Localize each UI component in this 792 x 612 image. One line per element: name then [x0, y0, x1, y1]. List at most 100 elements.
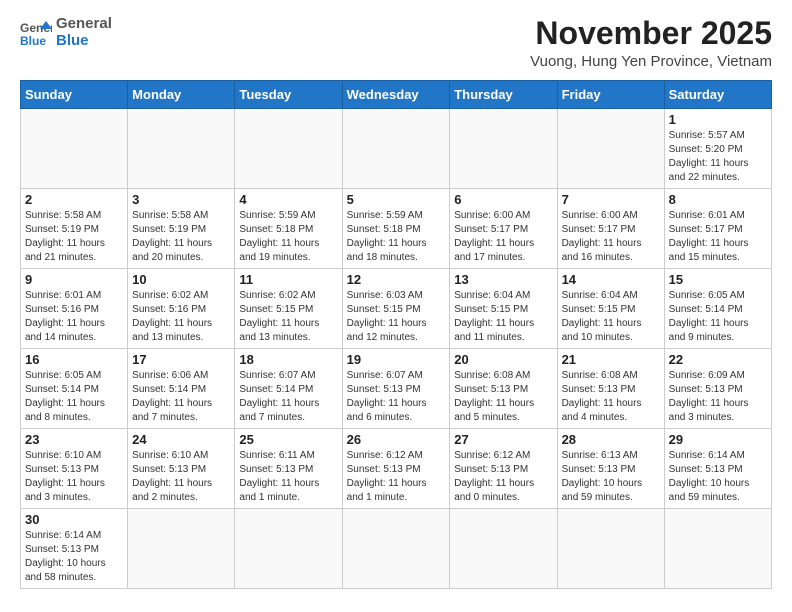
page-header: General Blue General Blue November 2025 …	[20, 16, 772, 70]
calendar-day-cell: 24 Sunrise: 6:10 AM Sunset: 5:13 PM Dayli…	[128, 429, 235, 509]
calendar-day-cell: 26 Sunrise: 6:12 AM Sunset: 5:13 PM Dayli…	[342, 429, 450, 509]
day-info: Sunrise: 5:57 AM Sunset: 5:20 PM Dayligh…	[669, 129, 767, 185]
day-number: 23	[25, 432, 123, 447]
day-info: Sunrise: 6:05 AM Sunset: 5:14 PM Dayligh…	[669, 289, 767, 345]
calendar-day-cell: 7 Sunrise: 6:00 AM Sunset: 5:17 PM Daylig…	[557, 189, 664, 269]
calendar-day-cell	[235, 109, 342, 189]
day-number: 15	[669, 272, 767, 287]
day-info: Sunrise: 6:08 AM Sunset: 5:13 PM Dayligh…	[562, 369, 660, 425]
day-number: 26	[347, 432, 446, 447]
day-of-week-header: Tuesday	[235, 81, 342, 109]
day-number: 7	[562, 192, 660, 207]
calendar-day-cell: 5 Sunrise: 5:59 AM Sunset: 5:18 PM Daylig…	[342, 189, 450, 269]
logo-text: General Blue	[56, 16, 112, 49]
title-area: November 2025 Vuong, Hung Yen Province, …	[530, 16, 772, 70]
calendar-week-row: 23 Sunrise: 6:10 AM Sunset: 5:13 PM Dayli…	[21, 429, 772, 509]
day-number: 6	[454, 192, 552, 207]
day-number: 19	[347, 352, 446, 367]
day-info: Sunrise: 6:13 AM Sunset: 5:13 PM Dayligh…	[562, 449, 660, 505]
day-number: 25	[239, 432, 337, 447]
calendar-day-cell: 19 Sunrise: 6:07 AM Sunset: 5:13 PM Dayli…	[342, 349, 450, 429]
day-number: 24	[132, 432, 230, 447]
day-info: Sunrise: 6:01 AM Sunset: 5:16 PM Dayligh…	[25, 289, 123, 345]
calendar-day-cell	[557, 509, 664, 589]
calendar-day-cell	[342, 509, 450, 589]
day-number: 22	[669, 352, 767, 367]
calendar-day-cell: 17Sunrise: 6:06 AM Sunset: 5:14 PM Dayli…	[128, 349, 235, 429]
day-info: Sunrise: 6:08 AM Sunset: 5:13 PM Dayligh…	[454, 369, 552, 425]
day-info: Sunrise: 6:10 AM Sunset: 5:13 PM Dayligh…	[132, 449, 230, 505]
day-of-week-header: Thursday	[450, 81, 557, 109]
day-info: Sunrise: 6:00 AM Sunset: 5:17 PM Dayligh…	[454, 209, 552, 265]
logo-line2: Blue	[56, 32, 89, 49]
day-info: Sunrise: 6:07 AM Sunset: 5:13 PM Dayligh…	[347, 369, 446, 425]
day-number: 30	[25, 512, 123, 527]
calendar-day-cell: 9 Sunrise: 6:01 AM Sunset: 5:16 PM Daylig…	[21, 269, 128, 349]
day-info: Sunrise: 6:02 AM Sunset: 5:15 PM Dayligh…	[239, 289, 337, 345]
day-info: Sunrise: 6:00 AM Sunset: 5:17 PM Dayligh…	[562, 209, 660, 265]
day-info: Sunrise: 6:11 AM Sunset: 5:13 PM Dayligh…	[239, 449, 337, 505]
calendar-day-cell: 29 Sunrise: 6:14 AM Sunset: 5:13 PM Dayli…	[664, 429, 771, 509]
day-info: Sunrise: 6:02 AM Sunset: 5:16 PM Dayligh…	[132, 289, 230, 345]
day-info: Sunrise: 6:12 AM Sunset: 5:13 PM Dayligh…	[454, 449, 552, 505]
day-number: 5	[347, 192, 446, 207]
day-info: Sunrise: 6:14 AM Sunset: 5:13 PM Dayligh…	[25, 529, 123, 585]
calendar-week-row: 2 Sunrise: 5:58 AM Sunset: 5:19 PM Daylig…	[21, 189, 772, 269]
calendar-day-cell: 27Sunrise: 6:12 AM Sunset: 5:13 PM Dayli…	[450, 429, 557, 509]
logo-line1: General	[56, 16, 112, 33]
calendar-day-cell	[557, 109, 664, 189]
day-info: Sunrise: 5:59 AM Sunset: 5:18 PM Dayligh…	[347, 209, 446, 265]
calendar-day-cell	[450, 509, 557, 589]
day-number: 18	[239, 352, 337, 367]
calendar-week-row: 30 Sunrise: 6:14 AM Sunset: 5:13 PM Dayli…	[21, 509, 772, 589]
day-info: Sunrise: 6:12 AM Sunset: 5:13 PM Dayligh…	[347, 449, 446, 505]
day-info: Sunrise: 5:58 AM Sunset: 5:19 PM Dayligh…	[132, 209, 230, 265]
calendar-day-cell: 15 Sunrise: 6:05 AM Sunset: 5:14 PM Dayli…	[664, 269, 771, 349]
calendar-day-cell: 12Sunrise: 6:03 AM Sunset: 5:15 PM Dayli…	[342, 269, 450, 349]
calendar-day-cell	[128, 109, 235, 189]
calendar-day-cell	[21, 109, 128, 189]
calendar-day-cell: 3 Sunrise: 5:58 AM Sunset: 5:19 PM Daylig…	[128, 189, 235, 269]
day-of-week-header: Wednesday	[342, 81, 450, 109]
logo: General Blue General Blue	[20, 16, 112, 49]
day-number: 28	[562, 432, 660, 447]
calendar-header-row: SundayMondayTuesdayWednesdayThursdayFrid…	[21, 81, 772, 109]
calendar-table: SundayMondayTuesdayWednesdayThursdayFrid…	[20, 80, 772, 589]
day-info: Sunrise: 6:14 AM Sunset: 5:13 PM Dayligh…	[669, 449, 767, 505]
month-title: November 2025	[530, 16, 772, 51]
calendar-day-cell: 6 Sunrise: 6:00 AM Sunset: 5:17 PM Daylig…	[450, 189, 557, 269]
day-of-week-header: Saturday	[664, 81, 771, 109]
calendar-day-cell	[450, 109, 557, 189]
day-number: 11	[239, 272, 337, 287]
calendar-day-cell: 21 Sunrise: 6:08 AM Sunset: 5:13 PM Dayli…	[557, 349, 664, 429]
day-info: Sunrise: 6:04 AM Sunset: 5:15 PM Dayligh…	[454, 289, 552, 345]
calendar-day-cell: 25 Sunrise: 6:11 AM Sunset: 5:13 PM Dayli…	[235, 429, 342, 509]
day-number: 29	[669, 432, 767, 447]
calendar-day-cell: 22 Sunrise: 6:09 AM Sunset: 5:13 PM Dayli…	[664, 349, 771, 429]
day-number: 21	[562, 352, 660, 367]
day-number: 3	[132, 192, 230, 207]
day-number: 8	[669, 192, 767, 207]
calendar-week-row: 16Sunrise: 6:05 AM Sunset: 5:14 PM Dayli…	[21, 349, 772, 429]
calendar-day-cell	[235, 509, 342, 589]
calendar-day-cell: 2Sunrise: 5:58 AM Sunset: 5:19 PM Daylig…	[21, 189, 128, 269]
day-info: Sunrise: 6:09 AM Sunset: 5:13 PM Dayligh…	[669, 369, 767, 425]
day-of-week-header: Sunday	[21, 81, 128, 109]
svg-text:Blue: Blue	[20, 34, 46, 47]
day-number: 2	[25, 192, 123, 207]
calendar-day-cell: 4Sunrise: 5:59 AM Sunset: 5:18 PM Daylig…	[235, 189, 342, 269]
day-info: Sunrise: 6:01 AM Sunset: 5:17 PM Dayligh…	[669, 209, 767, 265]
calendar-day-cell: 16Sunrise: 6:05 AM Sunset: 5:14 PM Dayli…	[21, 349, 128, 429]
calendar-week-row: 9 Sunrise: 6:01 AM Sunset: 5:16 PM Daylig…	[21, 269, 772, 349]
day-number: 9	[25, 272, 123, 287]
day-number: 13	[454, 272, 552, 287]
day-number: 17	[132, 352, 230, 367]
logo-icon: General Blue	[20, 19, 52, 47]
calendar-day-cell: 18Sunrise: 6:07 AM Sunset: 5:14 PM Dayli…	[235, 349, 342, 429]
calendar-day-cell: 10 Sunrise: 6:02 AM Sunset: 5:16 PM Dayli…	[128, 269, 235, 349]
calendar-week-row: 1 Sunrise: 5:57 AM Sunset: 5:20 PM Daylig…	[21, 109, 772, 189]
calendar-day-cell: 13 Sunrise: 6:04 AM Sunset: 5:15 PM Dayli…	[450, 269, 557, 349]
day-number: 1	[669, 112, 767, 127]
calendar-day-cell	[664, 509, 771, 589]
day-number: 10	[132, 272, 230, 287]
